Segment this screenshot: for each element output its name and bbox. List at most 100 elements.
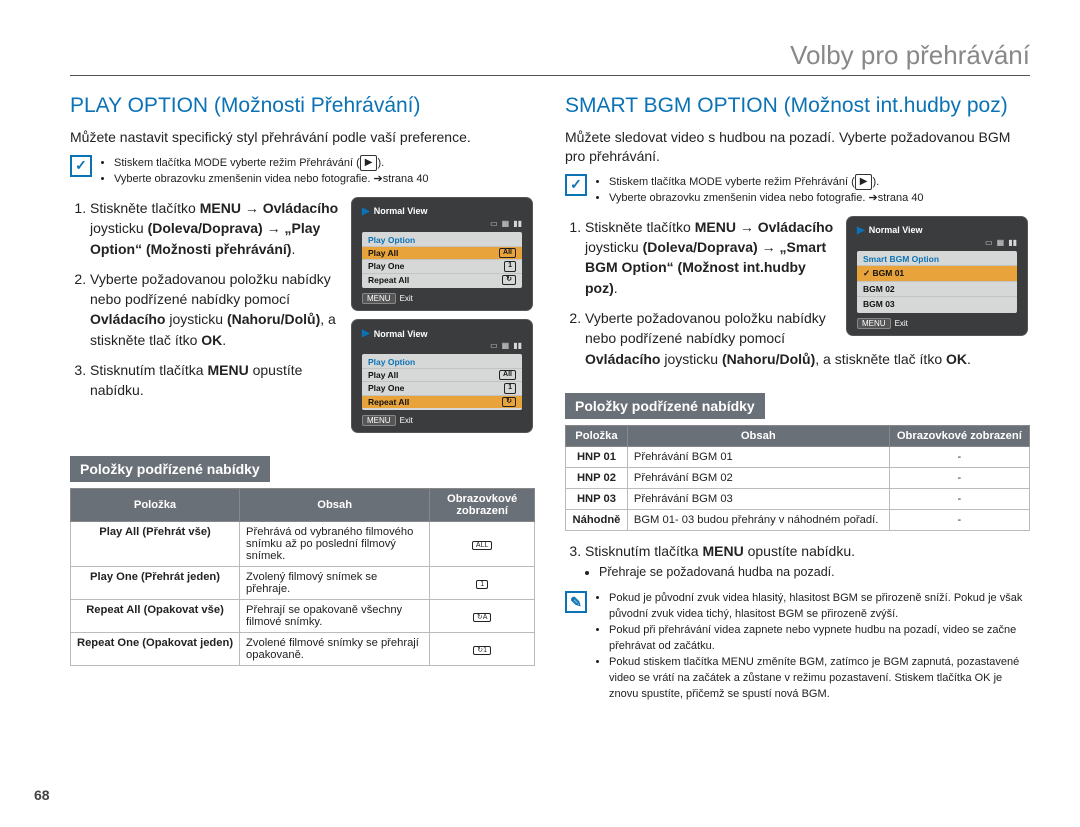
intro-text: Můžete nastavit specifický styl přehrává…	[70, 128, 535, 147]
intro-text: Můžete sledovat video s hudbou na pozadí…	[565, 128, 1030, 166]
device-status-icons: ▭ ▦▮▮	[358, 219, 526, 230]
right-column: SMART BGM OPTION (Možnost int.hudby poz)…	[565, 94, 1030, 713]
note-line: Stiskem tlačítka MODE vyberte režim Přeh…	[609, 174, 924, 191]
device-footer: MENUExit	[358, 412, 526, 426]
tip-line: Pokud stiskem tlačítka MENU změníte BGM,…	[609, 655, 1030, 703]
col-header: Obsah	[627, 425, 889, 446]
menu-row: Play AllAll	[362, 368, 522, 381]
options-table: Položka Obsah Obrazovkové zobrazení Play…	[70, 488, 535, 666]
device-menu: Smart BGM Option ✓ BGM 01 BGM 02 BGM 03	[857, 251, 1017, 313]
battery-icon: ▮▮	[513, 341, 522, 350]
menu-heading: Play Option	[362, 234, 522, 246]
menu-row: Repeat All↻	[362, 273, 522, 286]
device-title-bar: ▶Normal View	[853, 223, 1021, 238]
table-row: Repeat All (Opakovat vše)Přehrají se opa…	[71, 600, 535, 633]
clip-icon: ▦	[997, 238, 1005, 247]
menu-button: MENU	[857, 318, 891, 329]
table-header-row: Položka Obsah Obrazovkové zobrazení	[71, 489, 535, 522]
section-heading: PLAY OPTION (Možnosti Přehrávání)	[70, 94, 535, 118]
page-number: 68	[34, 787, 50, 803]
step: Stisknutím tlačítka MENU opustíte nabídk…	[585, 541, 1030, 581]
device-screen: ▶Normal View ▭▦▮▮ Play Option Play AllAl…	[352, 320, 532, 432]
device-title-bar: ▶Normal View	[358, 204, 526, 219]
device-footer: MENUExit	[853, 315, 1021, 329]
note-list: Stiskem tlačítka MODE vyberte režim Přeh…	[595, 174, 924, 207]
menu-row: ✓ BGM 01	[857, 265, 1017, 281]
all-icon: All	[499, 248, 516, 258]
section-heading: SMART BGM OPTION (Možnost int.hudby poz)	[565, 94, 1030, 118]
menu-row: BGM 02	[857, 281, 1017, 296]
tip-list: Pokud je původní zvuk videa hlasitý, hla…	[595, 591, 1030, 703]
note-list: Stiskem tlačítka MODE vyberte režim Přeh…	[100, 155, 429, 188]
tip-box: ✎ Pokud je původní zvuk videa hlasitý, h…	[565, 591, 1030, 703]
sd-icon: ▭	[490, 219, 498, 228]
device-title-bar: ▶Normal View	[358, 326, 526, 341]
table-row: HNP 02Přehrávání BGM 02-	[566, 467, 1030, 488]
menu-button: MENU	[362, 415, 396, 426]
menu-button: MENU	[362, 293, 396, 304]
tip-line: Pokud při přehrávání videa zapnete nebo …	[609, 623, 1030, 655]
repeat-one-icon: ↻1	[473, 646, 491, 655]
tip-line: Pokud je původní zvuk videa hlasitý, hla…	[609, 591, 1030, 623]
device-screenshots: ▶Normal View ▭▦▮▮ Play Option Play AllAl…	[352, 198, 535, 442]
col-header: Obrazovkové zobrazení	[889, 425, 1029, 446]
sd-icon: ▭	[985, 238, 993, 247]
device-status-icons: ▭▦▮▮	[358, 341, 526, 352]
device-footer: MENUExit	[358, 290, 526, 304]
one-icon: 1	[504, 261, 516, 271]
note-line: Vyberte obrazovku zmenšenin videa nebo f…	[114, 172, 429, 188]
table-row: Repeat One (Opakovat jeden)Zvolené filmo…	[71, 633, 535, 666]
device-screen: ▶Normal View ▭ ▦▮▮ Smart BGM Option ✓ BGM…	[847, 217, 1027, 335]
device-menu: Play Option Play AllAll Play One1 Repeat…	[362, 232, 522, 288]
device-menu: Play Option Play AllAll Play One1 Repeat…	[362, 354, 522, 410]
left-column: PLAY OPTION (Možnosti Přehrávání) Můžete…	[70, 94, 535, 713]
play-mode-icon: ▶	[855, 174, 873, 191]
col-header: Položka	[566, 425, 628, 446]
col-header: Položka	[71, 489, 240, 522]
page: Volby pro přehrávání PLAY OPTION (Možnos…	[0, 0, 1080, 827]
clip-icon: ▦	[502, 219, 510, 228]
table-row: Play One (Přehrát jeden)Zvolený filmový …	[71, 567, 535, 600]
menu-row: Play One1	[362, 259, 522, 272]
menu-row: BGM 03	[857, 296, 1017, 311]
menu-heading: Smart BGM Option	[857, 253, 1017, 265]
play-icon: ▶	[857, 225, 865, 236]
options-table: Položka Obsah Obrazovkové zobrazení HNP …	[565, 425, 1030, 531]
menu-row: Play AllAll	[362, 246, 522, 259]
menu-row: Play One1	[362, 381, 522, 394]
all-icon: ALL	[472, 541, 492, 550]
check-icon: ✓	[70, 155, 92, 177]
note-line: Vyberte obrazovku zmenšenin videa nebo f…	[609, 191, 924, 207]
table-row: Play All (Přehrát vše)Přehrává od vybran…	[71, 522, 535, 567]
repeat-all-icon: ↻A	[473, 613, 492, 622]
note-box: ✓ Stiskem tlačítka MODE vyberte režim Př…	[70, 155, 535, 188]
tip-icon: ✎	[565, 591, 587, 613]
submenu-heading: Položky podřízené nabídky	[565, 393, 765, 419]
sub-bullet: Přehraje se požadovaná hudba na pozadí.	[599, 563, 1030, 581]
table-row: HNP 01Přehrávání BGM 01-	[566, 446, 1030, 467]
table-header-row: Položka Obsah Obrazovkové zobrazení	[566, 425, 1030, 446]
one-icon: 1	[476, 580, 488, 589]
menu-heading: Play Option	[362, 356, 522, 368]
columns: PLAY OPTION (Možnosti Přehrávání) Můžete…	[70, 94, 1030, 713]
table-row: HNP 03Přehrávání BGM 03-	[566, 488, 1030, 509]
divider	[70, 75, 1030, 76]
check-icon: ✓	[565, 174, 587, 196]
device-screen: ▶Normal View ▭ ▦▮▮ Play Option Play AllAl…	[352, 198, 532, 310]
device-status-icons: ▭ ▦▮▮	[853, 238, 1021, 249]
note-line: Stiskem tlačítka MODE vyberte režim Přeh…	[114, 155, 429, 172]
all-icon: All	[499, 370, 516, 380]
page-title: Volby pro přehrávání	[70, 40, 1030, 71]
one-icon: 1	[504, 383, 516, 393]
col-header: Obrazovkové zobrazení	[430, 489, 535, 522]
play-icon: ▶	[362, 328, 370, 339]
table-row: NáhodněBGM 01- 03 budou přehrány v náhod…	[566, 509, 1030, 530]
repeat-icon: ↻	[502, 397, 516, 407]
col-header: Obsah	[240, 489, 430, 522]
play-mode-icon: ▶	[360, 155, 378, 172]
clip-icon: ▦	[502, 341, 510, 350]
steps-list-cont: Stisknutím tlačítka MENU opustíte nabídk…	[565, 541, 1030, 581]
battery-icon: ▮▮	[1008, 238, 1017, 247]
battery-icon: ▮▮	[513, 219, 522, 228]
device-screenshots: ▶Normal View ▭ ▦▮▮ Smart BGM Option ✓ BGM…	[847, 217, 1030, 345]
